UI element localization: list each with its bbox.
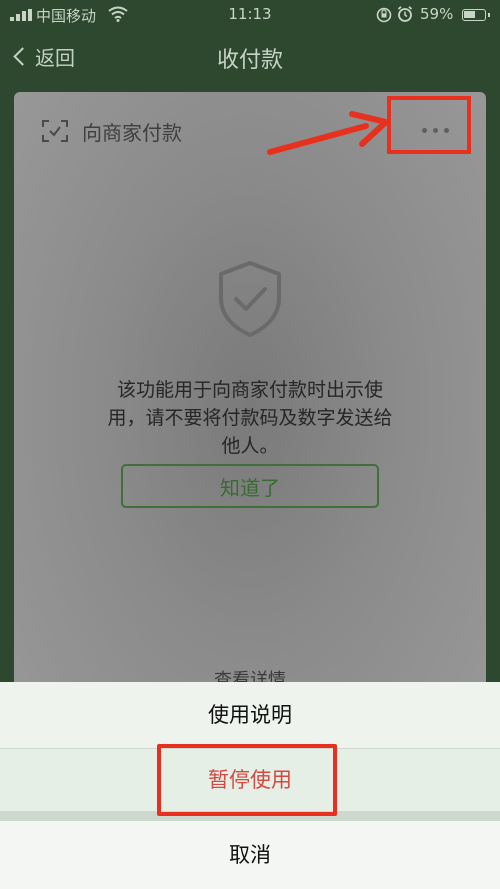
card-title: 向商家付款 [82, 121, 182, 145]
rotation-lock-icon [376, 7, 392, 23]
battery-percent: 59% [420, 5, 454, 23]
screen: 中国移动 11:13 59% 返回 收付款 向商家付款 该功能用于向商家付款时出… [0, 0, 500, 889]
battery-icon [462, 9, 490, 21]
menu-item-instructions[interactable]: 使用说明 [0, 682, 500, 748]
page-title: 收付款 [216, 48, 283, 73]
annotation-arrow-icon [267, 111, 389, 155]
got-it-button[interactable]: 知道了 [121, 464, 379, 508]
security-notice: 该功能用于向商家付款时出示使用，请不要将付款码及数字发送给他人。 [107, 379, 393, 457]
annotation-highlight-more [387, 96, 471, 154]
nav-bar: 返回 收付款 [0, 30, 500, 82]
shield-check-icon [219, 261, 281, 337]
status-bar: 中国移动 11:13 59% [0, 0, 500, 30]
cancel-button[interactable]: 取消 [0, 821, 500, 889]
alarm-icon [397, 6, 413, 22]
scan-icon [42, 120, 68, 142]
annotation-highlight-pause [157, 744, 337, 816]
